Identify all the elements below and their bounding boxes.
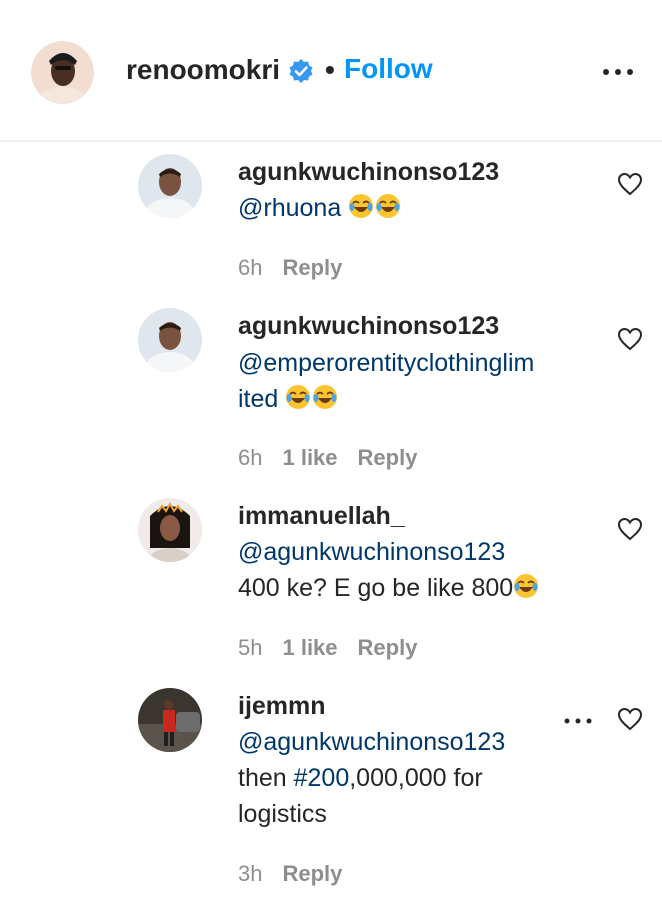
- likes-count-button[interactable]: 1 like: [282, 635, 337, 660]
- laughing-emoji-icon: [285, 385, 339, 413]
- comment-time: 5h: [238, 635, 263, 660]
- comment-meta: 5h 1 like Reply: [238, 634, 437, 662]
- likes-count-button[interactable]: 1 like: [282, 445, 337, 470]
- commenter-avatar[interactable]: [138, 688, 202, 752]
- comment-text: @agunkwuchinonso123 then #200,000,000 fo…: [238, 724, 548, 832]
- comment-text: @agunkwuchinonso123 400 ke? E go be like…: [238, 534, 598, 606]
- post-header: renoomokri • Follow: [0, 0, 662, 142]
- comment-meta: 3h Reply: [238, 860, 362, 888]
- laughing-emoji-icon: [348, 194, 402, 222]
- verified-badge-icon: [288, 58, 314, 84]
- like-heart-icon[interactable]: [617, 327, 643, 351]
- reply-button[interactable]: Reply: [358, 635, 418, 660]
- comment-body: 400 ke? E go be like 800: [238, 574, 514, 602]
- follow-button[interactable]: Follow: [344, 51, 433, 87]
- comment-mention[interactable]: @rhuona: [238, 194, 341, 222]
- comment-text: @emperorentityclothinglim ited: [238, 345, 598, 417]
- author-username[interactable]: renoomokri: [126, 52, 280, 88]
- comment-username[interactable]: agunkwuchinonso123: [238, 156, 499, 188]
- comment-body: then: [238, 764, 294, 792]
- comment-username[interactable]: immanuellah_: [238, 500, 405, 532]
- comment-meta: 6h 1 like Reply: [238, 444, 437, 472]
- commenter-avatar[interactable]: [138, 498, 202, 562]
- reply-button[interactable]: Reply: [358, 445, 418, 470]
- reply-button[interactable]: Reply: [282, 861, 342, 886]
- comment-time: 6h: [238, 445, 263, 470]
- like-heart-icon[interactable]: [617, 707, 643, 731]
- comment-mention[interactable]: @agunkwuchinonso123: [238, 534, 598, 570]
- author-avatar[interactable]: [31, 41, 94, 104]
- reply-button[interactable]: Reply: [282, 255, 342, 280]
- comment-mention-continued[interactable]: ited: [238, 385, 278, 413]
- comment-more-options-icon[interactable]: [563, 713, 593, 724]
- comment-hashtag[interactable]: #200: [294, 764, 350, 792]
- like-heart-icon[interactable]: [617, 172, 643, 196]
- more-options-icon[interactable]: [601, 62, 635, 82]
- laughing-emoji-icon: [513, 574, 540, 602]
- separator-dot: •: [325, 54, 335, 85]
- comment-meta: 6h Reply: [238, 254, 362, 282]
- comment-mention[interactable]: @agunkwuchinonso123: [238, 724, 548, 760]
- comment-mention[interactable]: @emperorentityclothinglim: [238, 345, 598, 381]
- commenter-avatar[interactable]: [138, 308, 202, 372]
- like-heart-icon[interactable]: [617, 517, 643, 541]
- comment-username[interactable]: ijemmn: [238, 690, 326, 722]
- comment-body-line: logistics: [238, 800, 327, 828]
- comment-username[interactable]: agunkwuchinonso123: [238, 310, 499, 342]
- commenter-avatar[interactable]: [138, 154, 202, 218]
- comment-time: 3h: [238, 861, 263, 886]
- comment-text: @rhuona: [238, 190, 598, 226]
- comment-time: 6h: [238, 255, 263, 280]
- comment-body-continued: ,000,000 for: [349, 764, 483, 792]
